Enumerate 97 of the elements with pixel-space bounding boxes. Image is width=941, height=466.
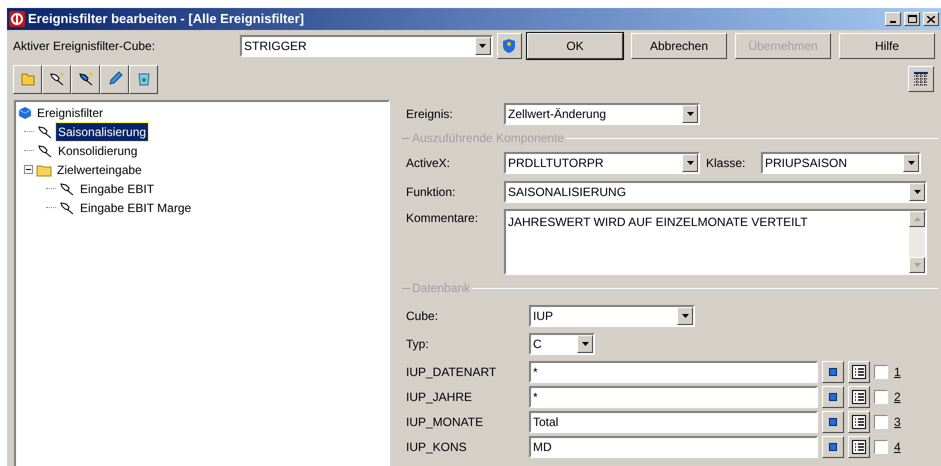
checkbox-label: 4: [894, 439, 901, 456]
trash-icon: [136, 71, 152, 87]
cube-dropdown[interactable]: STRIGGER: [240, 35, 493, 57]
field-label: IUP_MONATE: [406, 414, 484, 431]
folder-icon: [20, 71, 36, 87]
field-label: Klasse:: [706, 155, 746, 172]
field-label: Cube:: [406, 308, 440, 325]
function-dropdown[interactable]: SAISONALISIERUNG: [504, 181, 927, 203]
caret-icon: [686, 112, 694, 116]
element-button[interactable]: [822, 411, 844, 433]
field-label: Ereignis:: [406, 106, 454, 123]
tree-item[interactable]: Saisonalisierung: [56, 122, 148, 140]
tree-item[interactable]: Eingabe EBIT Marge: [78, 198, 194, 216]
grid-icon: [914, 72, 928, 86]
dialog-button[interactable]: Hilfe: [839, 33, 936, 59]
caret-icon: [686, 161, 694, 165]
activex-dropdown[interactable]: PRDLLTUTORPR: [504, 152, 700, 174]
field-label: IUP_DATENART: [406, 364, 498, 381]
square-icon: [829, 393, 837, 401]
window-title: Ereignisfilter bearbeiten - [Alle Ereignisfilter]: [28, 10, 305, 28]
dropdown-button[interactable]: [577, 335, 593, 353]
tree-item[interactable]: Eingabe EBIT: [78, 180, 156, 198]
toolbar-button[interactable]: [42, 64, 71, 94]
element-button[interactable]: [822, 386, 844, 408]
type-dropdown[interactable]: C: [529, 333, 595, 355]
cube-dropdown[interactable]: IUP: [529, 305, 695, 327]
toolbar-button[interactable]: [13, 64, 42, 94]
dropdown-button[interactable]: [903, 154, 919, 172]
checkbox[interactable]: [874, 365, 888, 379]
minimize-icon[interactable]: [885, 12, 901, 26]
grid-view-button[interactable]: [908, 66, 934, 92]
dropdown-button[interactable]: [909, 183, 925, 201]
field-label: Kommentare:: [406, 210, 480, 227]
list-button[interactable]: [848, 361, 870, 383]
collapse-toggle[interactable]: [24, 165, 33, 174]
dropdown-button[interactable]: [474, 37, 491, 55]
comment-textarea[interactable]: JAHRESWERT WIRD AUF EINZELMONATE VERTEILT: [504, 209, 927, 275]
folder-icon: [36, 162, 52, 176]
tree-item[interactable]: Konsolidierung: [56, 142, 140, 160]
square-icon: [829, 368, 837, 376]
pushpin-icon: [37, 124, 53, 138]
field-label: IUP_KONS: [406, 439, 468, 456]
toolbar-button[interactable]: [71, 64, 100, 94]
pushpin-icon: [48, 71, 64, 87]
field-label: ActiveX:: [406, 155, 452, 172]
field-label: Typ:: [406, 336, 430, 353]
cube-icon: [18, 106, 32, 120]
field-label: IUP_JAHRE: [406, 389, 474, 406]
field-label: Aktiver Ereignisfilter-Cube:: [13, 38, 156, 55]
toolbar-button[interactable]: [100, 64, 129, 94]
checkbox[interactable]: [874, 390, 888, 404]
pushpin-icon: [37, 144, 53, 158]
checkbox[interactable]: [874, 440, 888, 454]
element-button[interactable]: [822, 361, 844, 383]
list-button[interactable]: [848, 436, 870, 458]
app-logo-icon: [9, 11, 25, 27]
tree-item[interactable]: Ereignisfilter: [35, 104, 106, 122]
dialog-button[interactable]: OK: [527, 33, 624, 59]
caret-icon: [682, 314, 688, 318]
dimension-input[interactable]: MD: [529, 436, 818, 458]
square-icon: [829, 418, 837, 426]
checkbox-label: 2: [894, 389, 901, 406]
square-icon: [829, 443, 837, 451]
toolbar-button[interactable]: [129, 64, 158, 94]
caret-icon: [582, 342, 588, 346]
shield-icon: [502, 38, 516, 54]
list-icon: [852, 390, 866, 404]
list-icon: [852, 365, 866, 379]
dimension-input[interactable]: *: [529, 386, 818, 408]
dialog-button[interactable]: Abbrechen: [631, 33, 728, 59]
close-icon[interactable]: [923, 12, 939, 26]
list-icon: [852, 440, 866, 454]
list-button[interactable]: [848, 411, 870, 433]
list-button[interactable]: [848, 386, 870, 408]
checkbox[interactable]: [874, 415, 888, 429]
field-label: Funktion:: [406, 184, 456, 201]
caret-icon: [914, 190, 920, 194]
event-dropdown[interactable]: Zellwert-Änderung: [504, 103, 700, 125]
caret-icon: [908, 161, 914, 165]
element-button[interactable]: [822, 436, 844, 458]
shield-button[interactable]: [496, 33, 522, 59]
list-icon: [852, 415, 866, 429]
dropdown-button[interactable]: [682, 105, 698, 123]
tree-item[interactable]: Zielwerteingabe: [55, 160, 144, 178]
maximize-icon[interactable]: [904, 12, 920, 26]
pushpin-icon: [59, 200, 75, 214]
dropdown-button[interactable]: [677, 307, 693, 325]
checkbox-label: 3: [894, 414, 901, 431]
checkbox-label: 1: [894, 364, 901, 381]
dimension-input[interactable]: Total: [529, 411, 818, 433]
pushpin-icon: [78, 71, 94, 87]
dropdown-button[interactable]: [682, 154, 698, 172]
dimension-input[interactable]: *: [529, 361, 818, 383]
class-dropdown[interactable]: PRIUPSAISON: [761, 152, 921, 174]
pencil-icon: [106, 71, 122, 87]
pushpin-icon: [59, 182, 75, 196]
caret-icon: [479, 44, 486, 48]
